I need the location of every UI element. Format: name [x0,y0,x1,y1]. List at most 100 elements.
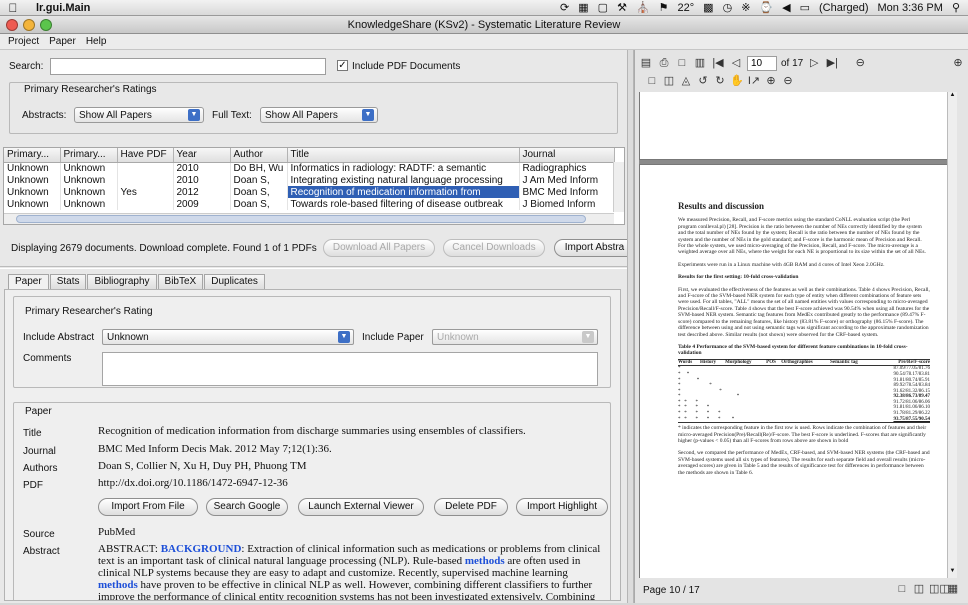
scroll-up-icon[interactable]: ▲ [948,92,957,102]
next-page-icon[interactable]: ▷ [807,56,821,70]
facing-view-icon[interactable]: ◫◫ [929,582,950,596]
menu-paper[interactable]: Paper [49,34,76,49]
comments-textarea[interactable] [102,352,598,386]
table-row[interactable]: Unknown Unknown 2010 Do BH, Wu Informatics i… [4,162,615,174]
launch-external-viewer-button[interactable]: Launch External Viewer [298,498,424,516]
table-header-row: Primary... Primary... Have PDF Year Auth… [4,148,615,163]
close-window-icon[interactable] [6,19,18,31]
bank-icon[interactable]: ⛪ [636,1,650,14]
spotlight-icon[interactable]: ⚲ [952,1,960,14]
search-google-button[interactable]: Search Google [206,498,288,516]
flag-icon[interactable]: ⚑ [659,1,669,14]
hand-tool-icon[interactable]: ✋ [730,74,744,88]
abstracts-filter-select[interactable]: Show All Papers ▼ [74,107,204,123]
tool-icon[interactable]: ⚒ [617,1,627,14]
continuous-page-icon[interactable]: ◫ [662,74,676,88]
paper-info-group: Paper Title Recognition of medication in… [13,402,611,600]
menu-project[interactable]: Project [8,34,39,49]
last-page-icon[interactable]: ▶| [825,56,839,70]
col-title[interactable]: Title [287,148,520,163]
include-pdf-checkbox[interactable]: ✓ [337,60,348,71]
battery-status[interactable]: (Charged) [819,2,869,14]
import-abstracts-button[interactable]: Import Abstra [554,239,634,257]
single-page-view-icon[interactable]: □ [895,582,909,596]
apple-icon[interactable]:  [0,1,26,15]
pane-splitter[interactable] [627,50,634,603]
print-preview-icon[interactable]: □ [675,56,689,70]
fulltext-filter-select[interactable]: Show All Papers ▼ [260,107,378,123]
scroll-down-icon[interactable]: ▼ [948,568,957,578]
split-divider[interactable] [0,266,627,269]
wifi-icon[interactable]: ⌚ [759,1,773,14]
col-year[interactable]: Year [173,148,231,163]
previous-page-icon[interactable]: ◁ [729,56,743,70]
facing-page-icon[interactable]: ◬ [679,74,693,88]
rotate-left-icon[interactable]: ↺ [696,74,710,88]
zoom-window-icon[interactable] [40,19,52,31]
table-vertical-scrollbar[interactable] [613,162,624,212]
col-have-pdf[interactable]: Have PDF [117,148,174,163]
import-from-file-button[interactable]: Import From File [98,498,198,516]
pdf-page-previous [639,92,957,160]
col-primary-abstract[interactable]: Primary... [4,148,61,163]
table-row-selected[interactable]: Unknown Unknown Yes 2012 Doan S, Recognition … [4,186,615,198]
pdf-document-area[interactable]: Results and discussion We measured Preci… [639,92,957,578]
menu-help[interactable]: Help [86,34,107,49]
zoom-in-icon[interactable]: ⊕ [951,56,965,70]
clock[interactable]: Mon 3:36 PM [878,2,943,14]
tab-duplicates[interactable]: Duplicates [204,274,265,289]
print-icon[interactable]: ⎙ [657,56,671,70]
single-page-icon[interactable]: □ [645,74,659,88]
sync-icon[interactable]: ⟳ [560,1,569,14]
search-input[interactable] [50,58,326,75]
continuous-view-icon[interactable]: ◫ [912,582,926,596]
paper-journal: BMC Med Inform Decis Mak. 2012 May 7;12(… [98,443,332,455]
col-journal[interactable]: Journal [519,148,615,163]
scroll-thumb[interactable] [16,215,586,223]
import-highlight-button[interactable]: Import Highlight [516,498,608,516]
fulltext-label: Full Text: [212,110,252,121]
app-name[interactable]: lr.gui.Main [36,2,90,14]
tab-paper[interactable]: Paper [8,274,49,289]
tab-bibtex[interactable]: BibTeX [157,274,204,289]
volume-icon[interactable]: ◀ [782,1,790,14]
zoom-in-tool-icon[interactable]: ⊕ [764,74,778,88]
pdf-url[interactable]: http://dx.doi.org/10.1186/1472-6947-12-3… [98,477,288,489]
col-author[interactable]: Author [230,148,288,163]
battery-icon[interactable]: ▭ [800,1,810,14]
screen-icon[interactable]: ▢ [598,1,608,14]
table-row[interactable]: Unknown Unknown 2010 Doan S, Integrating exi… [4,174,615,186]
monitor-icon[interactable]: ▩ [703,1,713,14]
dropbox-icon[interactable]: ▦ [578,1,588,14]
first-page-icon[interactable]: |◀ [711,56,725,70]
delete-pdf-button[interactable]: Delete PDF [434,498,508,516]
page-setup-icon[interactable]: ▥ [693,56,707,70]
table-horizontal-scrollbar[interactable] [4,213,614,224]
minimize-window-icon[interactable] [23,19,35,31]
authors-label: Authors [23,463,58,474]
cancel-downloads-button[interactable]: Cancel Downloads [443,239,545,257]
time-machine-icon[interactable]: ◷ [723,1,733,14]
table-row[interactable]: Unknown Unknown 2009 Doan S, Towards role-ba… [4,198,615,210]
download-all-button[interactable]: Download All Papers [323,239,435,257]
include-paper-select[interactable]: Unknown ▼ [432,329,598,345]
pdf-vertical-scrollbar[interactable]: ▲ ▼ [947,92,957,578]
bluetooth-icon[interactable]: ※ [741,1,750,14]
rotate-right-icon[interactable]: ↻ [713,74,727,88]
pdf-heading: Results and discussion [678,201,765,211]
zoom-out-tool-icon[interactable]: ⊖ [781,74,795,88]
temperature[interactable]: 22° [678,2,695,14]
save-icon[interactable]: ▤ [639,56,653,70]
zoom-out-icon[interactable]: ⊖ [853,56,867,70]
col-primary-paper[interactable]: Primary... [60,148,118,163]
tab-bibliography[interactable]: Bibliography [87,274,157,289]
tab-stats[interactable]: Stats [49,274,87,289]
table-cell: 2009 [173,198,231,210]
journal-label: Journal [23,446,56,457]
page-number-input[interactable] [747,55,777,71]
table-cell [117,198,174,210]
table-cell: Unknown [60,186,118,198]
select-text-icon[interactable]: I↗ [747,74,761,88]
facing-continuous-view-icon[interactable]: ▦ [946,582,960,596]
include-abstract-select[interactable]: Unknown ▼ [102,329,354,345]
